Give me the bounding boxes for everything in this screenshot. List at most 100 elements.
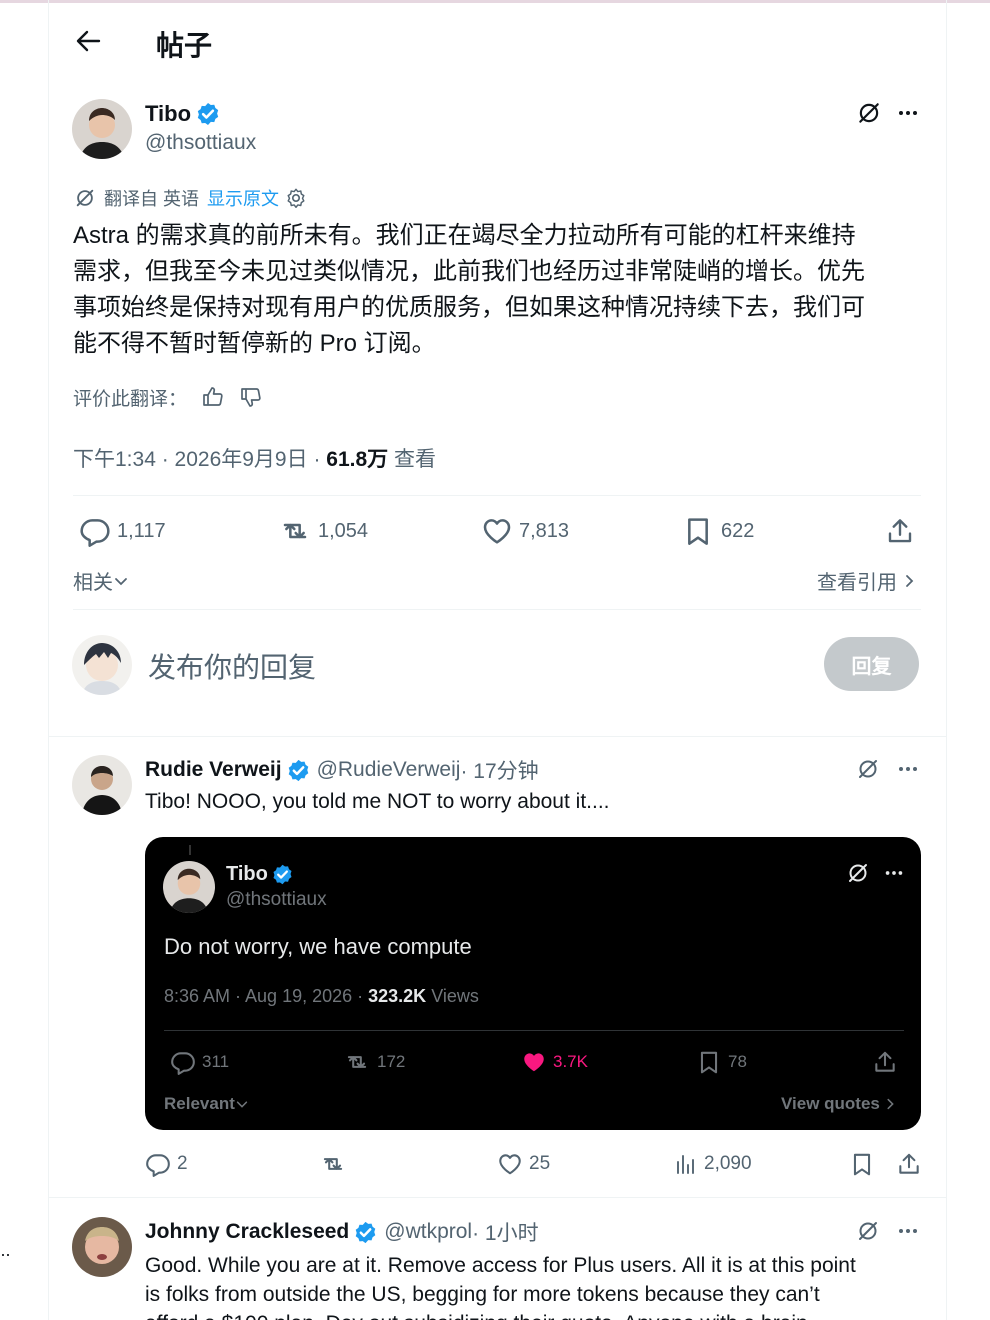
quoted-repost-button[interactable]: 172	[343, 1049, 405, 1075]
grok-icon[interactable]	[856, 100, 882, 126]
reply2-author-handle[interactable]: @wtkprol	[384, 1220, 472, 1244]
translation-source: 翻译自 英语	[104, 189, 200, 209]
quoted-bookmark-button[interactable]: 78	[696, 1049, 747, 1075]
reply1-like-button[interactable]: 25	[497, 1151, 550, 1177]
reply-icon	[79, 515, 111, 547]
chevron-right-icon	[887, 1098, 894, 1110]
more-icon[interactable]	[896, 757, 920, 781]
quoted-bookmark-count: 78	[728, 1052, 747, 1071]
more-icon[interactable]	[883, 861, 905, 885]
quoted-view-quotes-label: View quotes	[781, 1094, 880, 1113]
chevron-down-icon	[115, 577, 127, 585]
reply-icon	[145, 1151, 171, 1177]
thumbs-up-icon[interactable]	[201, 385, 225, 409]
quoted-like-button[interactable]: 3.7K	[521, 1049, 588, 1075]
back-arrow-icon[interactable]	[74, 28, 102, 54]
show-original-link[interactable]: 显示原文	[207, 185, 279, 211]
author-name[interactable]: Tibo	[145, 101, 191, 127]
like-button[interactable]: 7,813	[481, 515, 569, 547]
thumbs-down-icon[interactable]	[239, 385, 263, 409]
reply-button[interactable]: 1,117	[79, 515, 166, 547]
bookmark-icon[interactable]	[849, 1151, 875, 1177]
quoted-timestamp[interactable]: 8:36 AM · Aug 19, 2026 ·	[164, 986, 368, 1006]
quoted-author-avatar[interactable]	[163, 861, 215, 913]
thread-line	[189, 845, 191, 855]
reply-submit-button[interactable]: 回复	[824, 637, 919, 691]
verified-badge-icon	[271, 863, 294, 886]
quoted-author-handle[interactable]: @thsottiaux	[226, 889, 327, 911]
like-icon	[497, 1151, 523, 1177]
share-icon[interactable]	[885, 515, 915, 547]
more-icon[interactable]	[896, 1219, 920, 1243]
quoted-meta: 8:36 AM · Aug 19, 2026 · 323.2K Views	[164, 986, 479, 1007]
bookmark-button[interactable]: 622	[682, 515, 754, 547]
more-icon[interactable]	[896, 100, 920, 126]
reply1-views-count: 2,090	[704, 1153, 752, 1174]
like-filled-icon	[521, 1049, 547, 1075]
repost-button[interactable]: 1,054	[278, 515, 368, 547]
relevant-sort[interactable]: 相关	[73, 566, 129, 595]
share-icon[interactable]	[872, 1049, 898, 1075]
repost-count: 1,054	[318, 519, 369, 542]
verified-badge-icon	[195, 101, 221, 127]
author-handle[interactable]: @thsottiaux	[145, 131, 256, 155]
reply1-reply-count: 2	[177, 1153, 188, 1174]
quoted-text: Do not worry, we have compute	[164, 934, 472, 959]
bookmark-icon	[682, 515, 714, 547]
divider	[73, 609, 921, 610]
reply-author-avatar[interactable]	[72, 755, 132, 815]
divider	[48, 1197, 947, 1198]
rate-translation-label: 评价此翻译：	[73, 388, 188, 410]
divider	[48, 736, 947, 737]
reply2-text-line: Good. While you are at it. Remove access…	[145, 1254, 856, 1277]
quoted-views-label: Views	[426, 986, 479, 1006]
quoted-view-quotes-link[interactable]: View quotes	[781, 1094, 897, 1114]
settings-icon[interactable]	[285, 187, 307, 209]
quoted-views-count: 323.2K	[368, 986, 427, 1006]
relevant-label: 相关	[73, 572, 113, 594]
reply-icon	[170, 1049, 196, 1075]
divider	[73, 495, 921, 496]
post-text-line: 能不得不暂时暂停新的 Pro 订阅。	[73, 330, 436, 357]
edge-ellipsis-icon: ··	[0, 1244, 11, 1264]
reply2-time[interactable]: · 1小时	[472, 1217, 539, 1247]
reply1-like-count: 25	[529, 1153, 551, 1174]
quoted-relevant-sort[interactable]: Relevant	[164, 1094, 249, 1114]
quoted-author-name[interactable]: Tibo	[226, 863, 268, 886]
reply2-text-line: afford a $100 plan. Dev out subsidizing …	[145, 1309, 935, 1320]
view-quotes-label: 查看引用	[817, 572, 897, 594]
quoted-reply-count: 311	[202, 1052, 230, 1071]
quoted-post-card[interactable]: Tibo @thsottiaux Do not worry, we have c…	[145, 837, 921, 1130]
repost-icon	[343, 1049, 371, 1075]
reply2-text-line: is folks from outside the US, begging fo…	[145, 1283, 820, 1306]
reply-count: 1,117	[117, 519, 166, 542]
grok-icon[interactable]	[846, 861, 870, 885]
my-avatar[interactable]	[72, 635, 132, 695]
reply-input[interactable]: 发布你的回复	[148, 646, 316, 686]
reply1-reply-button[interactable]: 2	[145, 1151, 188, 1177]
post-text-line: 需求，但我至今未见过类似情况，此前我们也经历过非常陡峭的增长。优先	[73, 258, 865, 285]
views-label: 查看	[388, 448, 436, 471]
repost-icon[interactable]	[318, 1151, 348, 1177]
grok-icon[interactable]	[856, 1219, 880, 1243]
post-text-line: 事项始终是保持对现有用户的优质服务，但如果这种情况持续下去，我们可	[73, 294, 865, 321]
author-avatar[interactable]	[72, 99, 132, 159]
reply-author-name[interactable]: Rudie Verweij	[145, 758, 282, 782]
quoted-like-count: 3.7K	[553, 1052, 588, 1071]
post-text: Astra 的需求真的前所未有。我们正在竭尽全力拉动所有可能的杠杆来维持 需求，…	[73, 218, 933, 362]
reply2-author-name[interactable]: Johnny Crackleseed	[145, 1220, 349, 1244]
reply2-author-avatar[interactable]	[72, 1217, 132, 1277]
view-quotes-link[interactable]: 查看引用	[817, 566, 917, 595]
reply1-views-button[interactable]: 2,090	[674, 1151, 752, 1177]
grok-icon[interactable]	[856, 757, 880, 781]
chevron-right-icon	[906, 574, 914, 587]
quoted-reply-button[interactable]: 311	[170, 1049, 229, 1075]
share-icon[interactable]	[896, 1151, 922, 1177]
post-timestamp[interactable]: 下午1:34 · 2026年9月9日 ·	[73, 448, 326, 471]
translate-icon	[74, 187, 96, 209]
like-icon	[481, 515, 513, 547]
divider	[164, 1030, 904, 1031]
reply-author-handle[interactable]: @RudieVerweij	[317, 758, 461, 782]
reply-time[interactable]: · 17分钟	[460, 755, 538, 785]
verified-badge-icon	[353, 1220, 378, 1245]
